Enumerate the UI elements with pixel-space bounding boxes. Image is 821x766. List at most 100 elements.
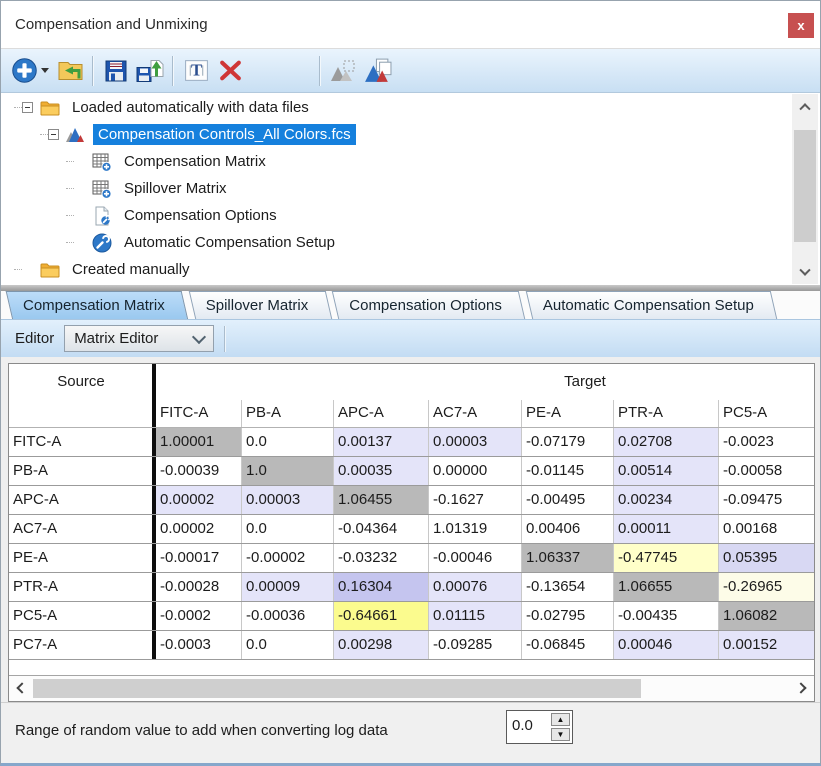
matrix-cell-pe-a-ptr-a[interactable]: -0.47745 <box>614 544 719 572</box>
matrix-cell-pe-a-pe-a[interactable]: 1.06337 <box>522 544 614 572</box>
matrix-cell-ac7-a-fitc-a[interactable]: 0.00002 <box>156 515 242 543</box>
matrix-cell-pc5-a-ptr-a[interactable]: -0.00435 <box>614 602 719 630</box>
matrix-cell-fitc-a-ptr-a[interactable]: 0.02708 <box>614 428 719 456</box>
tree-item-label[interactable]: Loaded automatically with data files <box>67 97 314 118</box>
tab-automatic-compensation-setup[interactable]: Automatic Compensation Setup <box>529 291 774 319</box>
matrix-row-apc-a: APC-A0.000020.000031.06455-0.1627-0.0049… <box>9 486 814 515</box>
matrix-cell-apc-a-pe-a[interactable]: -0.00495 <box>522 486 614 514</box>
tab-spillover-matrix[interactable]: Spillover Matrix <box>192 291 329 319</box>
scroll-up-button[interactable] <box>792 94 818 117</box>
tree-item-created-manually[interactable]: Created manually <box>2 256 819 283</box>
matrix-cell-pb-a-fitc-a[interactable]: -0.00039 <box>156 457 242 485</box>
matrix-cell-pc7-a-ptr-a[interactable]: 0.00046 <box>614 631 719 659</box>
matrix-cell-ac7-a-ptr-a[interactable]: 0.00011 <box>614 515 719 543</box>
matrix-cell-fitc-a-pb-a[interactable]: 0.0 <box>242 428 334 456</box>
matrix-cell-pe-a-ac7-a[interactable]: -0.00046 <box>429 544 522 572</box>
collapse-expander[interactable] <box>22 102 33 113</box>
vertical-scroll-thumb[interactable] <box>794 130 816 242</box>
tree-item-label[interactable]: Spillover Matrix <box>119 178 232 199</box>
editor-dropdown[interactable]: Matrix Editor <box>64 325 214 352</box>
tree-item-compensation-controls-all-colors-fcs[interactable]: Compensation Controls_All Colors.fcs <box>2 121 819 148</box>
histogram-preview-button[interactable] <box>326 53 360 89</box>
tab-compensation-options[interactable]: Compensation Options <box>335 291 522 319</box>
tree-item-label[interactable]: Compensation Matrix <box>119 151 271 172</box>
scroll-down-button[interactable] <box>792 261 818 284</box>
matrix-cell-ac7-a-apc-a[interactable]: -0.04364 <box>334 515 429 543</box>
matrix-cell-fitc-a-ac7-a[interactable]: 0.00003 <box>429 428 522 456</box>
matrix-cell-ac7-a-pb-a[interactable]: 0.0 <box>242 515 334 543</box>
add-dropdown-caret-icon[interactable] <box>41 68 49 73</box>
matrix-cell-apc-a-fitc-a[interactable]: 0.00002 <box>156 486 242 514</box>
matrix-cell-pe-a-fitc-a[interactable]: -0.00017 <box>156 544 242 572</box>
export-button[interactable] <box>133 53 167 89</box>
matrix-cell-apc-a-ptr-a[interactable]: 0.00234 <box>614 486 719 514</box>
tree-item-compensation-options[interactable]: Compensation Options <box>2 202 819 229</box>
tree-item-loaded-automatically-with-data-files[interactable]: Loaded automatically with data files <box>2 94 819 121</box>
random-range-spinner[interactable]: 0.0 ▲ ▼ <box>506 710 573 744</box>
matrix-cell-ac7-a-ac7-a[interactable]: 1.01319 <box>429 515 522 543</box>
matrix-cell-ptr-a-apc-a[interactable]: 0.16304 <box>334 573 429 601</box>
matrix-cell-ptr-a-pc5-a[interactable]: -0.26965 <box>719 573 815 601</box>
spinner-value[interactable]: 0.0 <box>507 711 549 743</box>
matrix-cell-pc7-a-pc5-a[interactable]: 0.00152 <box>719 631 815 659</box>
tree-item-compensation-matrix[interactable]: Compensation Matrix <box>2 148 819 175</box>
matrix-cell-pc5-a-ac7-a[interactable]: 0.01115 <box>429 602 522 630</box>
tree-vertical-scrollbar[interactable] <box>792 94 818 284</box>
scroll-left-button[interactable] <box>11 676 33 700</box>
matrix-cell-pc5-a-apc-a[interactable]: -0.64661 <box>334 602 429 630</box>
matrix-cell-fitc-a-pc5-a[interactable]: -0.0023 <box>719 428 815 456</box>
histogram-pages-button[interactable] <box>360 53 394 89</box>
tree-item-label[interactable]: Automatic Compensation Setup <box>119 232 340 253</box>
tree-item-label[interactable]: Created manually <box>67 259 195 280</box>
matrix-cell-pc5-a-pb-a[interactable]: -0.00036 <box>242 602 334 630</box>
save-button[interactable] <box>99 53 133 89</box>
spinner-down-button[interactable]: ▼ <box>551 728 570 741</box>
tree-item-automatic-compensation-setup[interactable]: Automatic Compensation Setup <box>2 229 819 256</box>
matrix-cell-pc7-a-pb-a[interactable]: 0.0 <box>242 631 334 659</box>
matrix-cell-pb-a-pc5-a[interactable]: -0.00058 <box>719 457 815 485</box>
add-button[interactable] <box>7 53 41 89</box>
matrix-cell-ptr-a-pe-a[interactable]: -0.13654 <box>522 573 614 601</box>
matrix-cell-ac7-a-pc5-a[interactable]: 0.00168 <box>719 515 815 543</box>
matrix-cell-apc-a-pc5-a[interactable]: -0.09475 <box>719 486 815 514</box>
matrix-cell-pb-a-ptr-a[interactable]: 0.00514 <box>614 457 719 485</box>
matrix-cell-pc5-a-pc5-a[interactable]: 1.06082 <box>719 602 815 630</box>
matrix-cell-pc7-a-pe-a[interactable]: -0.06845 <box>522 631 614 659</box>
matrix-cell-pb-a-ac7-a[interactable]: 0.00000 <box>429 457 522 485</box>
matrix-cell-pc7-a-apc-a[interactable]: 0.00298 <box>334 631 429 659</box>
matrix-cell-pc5-a-pe-a[interactable]: -0.02795 <box>522 602 614 630</box>
matrix-cell-fitc-a-fitc-a[interactable]: 1.00001 <box>156 428 242 456</box>
matrix-cell-pb-a-apc-a[interactable]: 0.00035 <box>334 457 429 485</box>
rename-button[interactable]: T <box>179 53 213 89</box>
horizontal-scroll-thumb[interactable] <box>33 679 641 698</box>
matrix-cell-apc-a-pb-a[interactable]: 0.00003 <box>242 486 334 514</box>
matrix-cell-apc-a-apc-a[interactable]: 1.06455 <box>334 486 429 514</box>
collapse-expander[interactable] <box>48 129 59 140</box>
matrix-cell-pe-a-pc5-a[interactable]: 0.05395 <box>719 544 815 572</box>
delete-button[interactable] <box>213 53 247 89</box>
tree-item-spillover-matrix[interactable]: Spillover Matrix <box>2 175 819 202</box>
matrix-cell-ptr-a-ac7-a[interactable]: 0.00076 <box>429 573 522 601</box>
matrix-cell-pc7-a-ac7-a[interactable]: -0.09285 <box>429 631 522 659</box>
matrix-cell-ptr-a-fitc-a[interactable]: -0.00028 <box>156 573 242 601</box>
matrix-cell-pc7-a-fitc-a[interactable]: -0.0003 <box>156 631 242 659</box>
tree-item-label[interactable]: Compensation Options <box>119 205 282 226</box>
close-button[interactable]: x <box>788 13 814 38</box>
scroll-right-button[interactable] <box>790 676 812 700</box>
matrix-cell-ac7-a-pe-a[interactable]: 0.00406 <box>522 515 614 543</box>
matrix-cell-pe-a-pb-a[interactable]: -0.00002 <box>242 544 334 572</box>
matrix-cell-ptr-a-ptr-a[interactable]: 1.06655 <box>614 573 719 601</box>
matrix-cell-pb-a-pe-a[interactable]: -0.01145 <box>522 457 614 485</box>
tree-item-label[interactable]: Compensation Controls_All Colors.fcs <box>93 124 356 145</box>
horizontal-scrollbar[interactable] <box>9 675 814 701</box>
import-button[interactable] <box>53 53 87 89</box>
matrix-cell-pe-a-apc-a[interactable]: -0.03232 <box>334 544 429 572</box>
matrix-cell-fitc-a-pe-a[interactable]: -0.07179 <box>522 428 614 456</box>
matrix-cell-apc-a-ac7-a[interactable]: -0.1627 <box>429 486 522 514</box>
matrix-cell-pc5-a-fitc-a[interactable]: -0.0002 <box>156 602 242 630</box>
matrix-cell-fitc-a-apc-a[interactable]: 0.00137 <box>334 428 429 456</box>
spinner-up-button[interactable]: ▲ <box>551 713 570 726</box>
tab-compensation-matrix[interactable]: Compensation Matrix <box>9 291 185 319</box>
matrix-cell-ptr-a-pb-a[interactable]: 0.00009 <box>242 573 334 601</box>
matrix-cell-pb-a-pb-a[interactable]: 1.0 <box>242 457 334 485</box>
